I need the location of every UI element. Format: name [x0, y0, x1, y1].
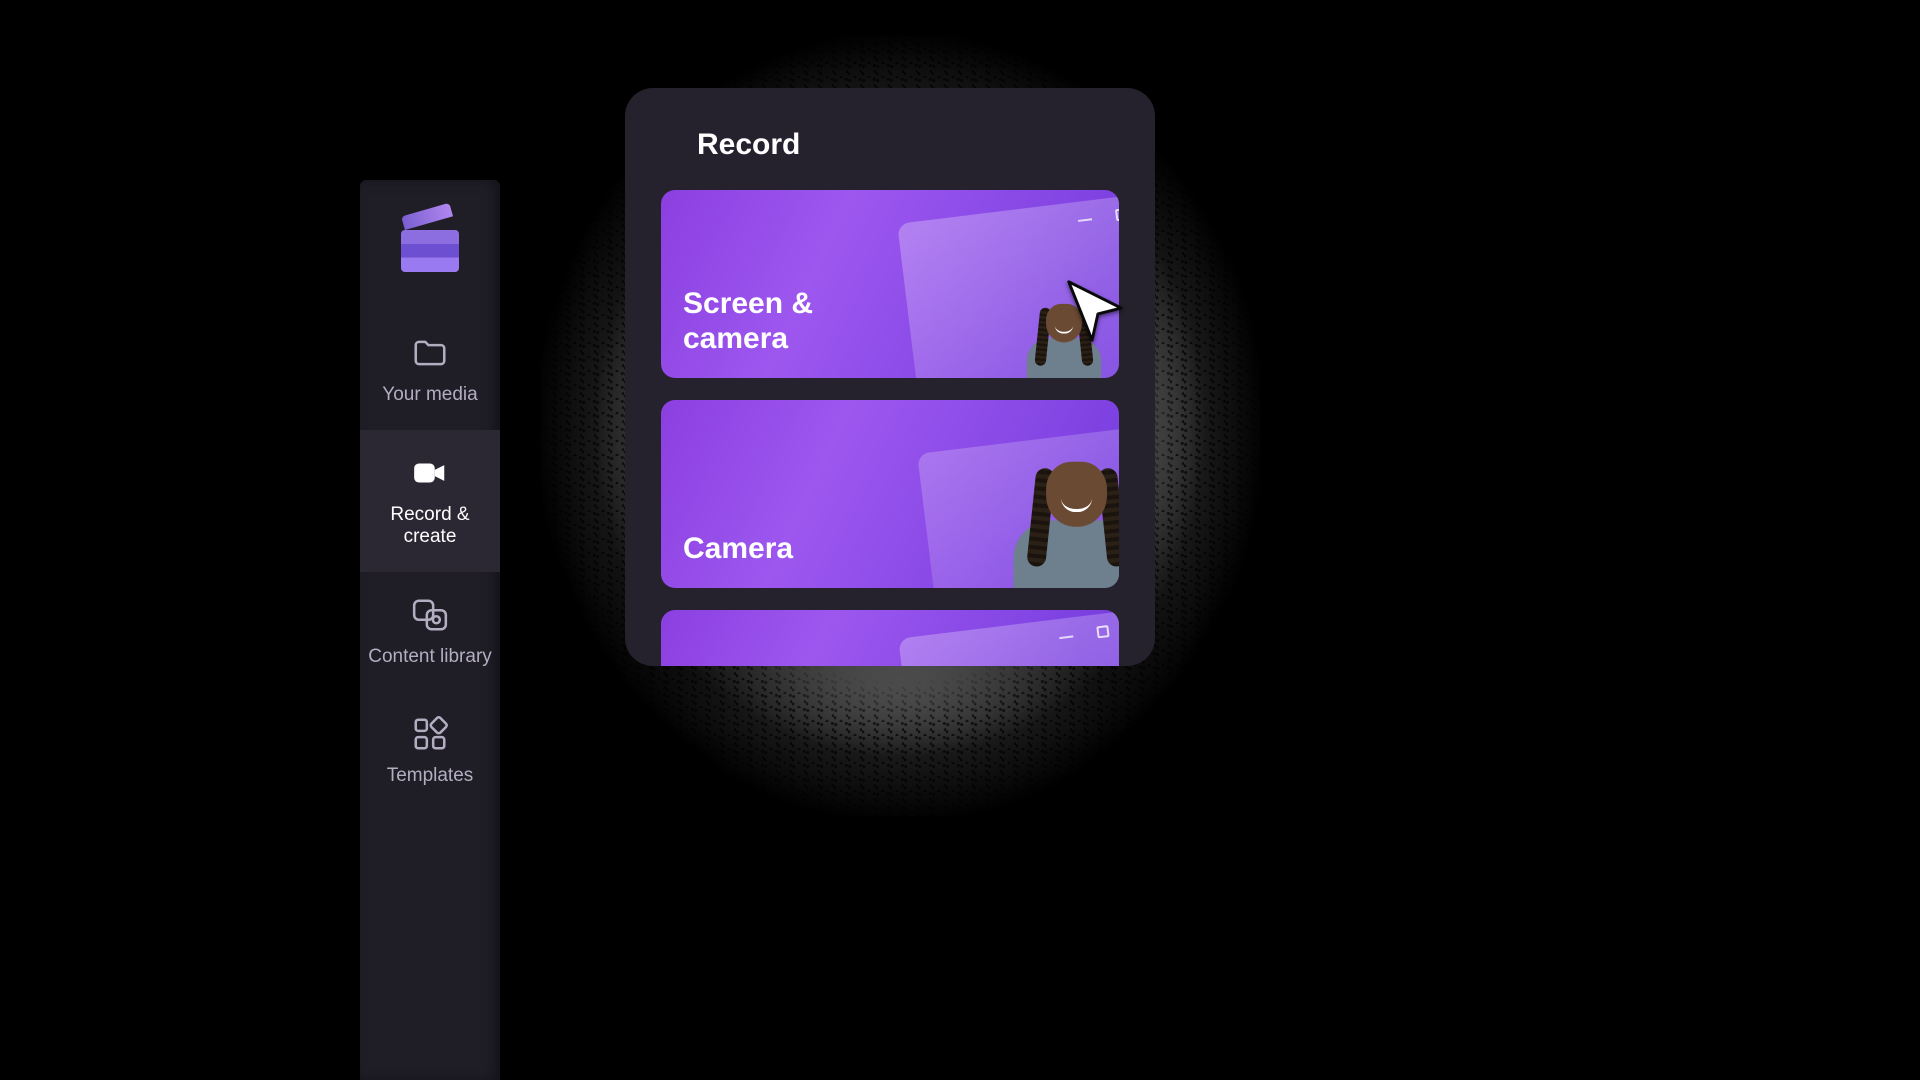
window-thumbnail-icon	[898, 611, 1119, 666]
sidebar-item-label: Record & create	[366, 504, 494, 548]
app-logo[interactable]	[360, 180, 500, 310]
record-option-label: Camera	[683, 532, 793, 567]
folder-icon	[411, 334, 449, 372]
sidebar-item-content-library[interactable]: Content library	[360, 572, 500, 692]
record-panel: Record Screen & camera Camera	[625, 88, 1155, 666]
sidebar-item-your-media[interactable]: Your media	[360, 310, 500, 430]
library-icon	[411, 596, 449, 634]
person-avatar	[1046, 462, 1107, 588]
clapperboard-icon	[401, 216, 459, 274]
video-camera-icon	[411, 454, 449, 492]
sidebar: Your media Record & create Content libra…	[360, 180, 500, 1080]
sidebar-item-templates[interactable]: Templates	[360, 691, 500, 811]
sidebar-item-label: Templates	[387, 765, 474, 787]
sidebar-item-label: Your media	[382, 384, 477, 406]
record-option-camera[interactable]: Camera	[661, 400, 1119, 588]
record-option-screen-and-camera[interactable]: Screen & camera	[661, 190, 1119, 378]
sidebar-item-label: Content library	[368, 646, 492, 668]
sidebar-item-record-create[interactable]: Record & create	[360, 430, 500, 572]
person-avatar	[1046, 304, 1082, 378]
record-option-label: Screen & camera	[683, 287, 863, 356]
panel-title: Record	[697, 128, 1119, 162]
record-option-more[interactable]	[661, 610, 1119, 666]
templates-icon	[411, 715, 449, 753]
